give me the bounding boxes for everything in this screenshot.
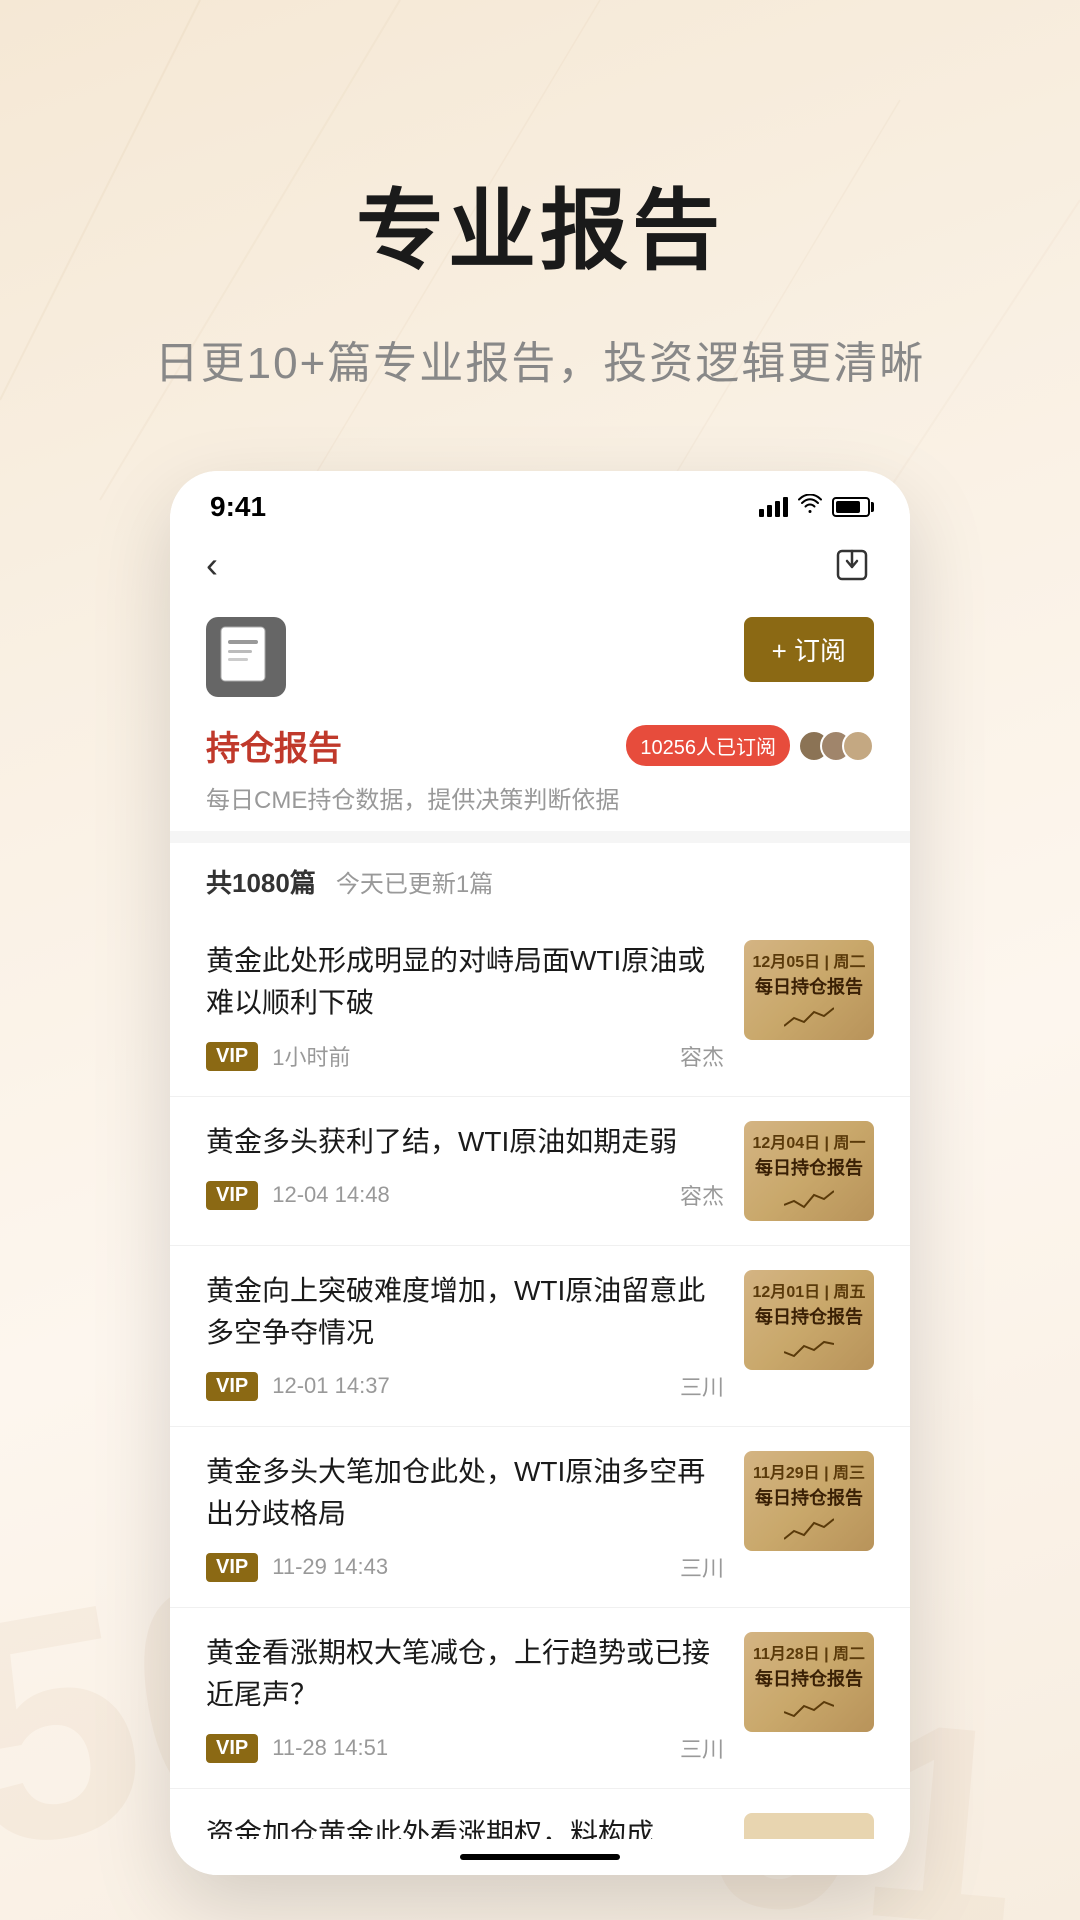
phone-mockup: 9:41: [170, 471, 910, 1875]
section-divider: [170, 831, 910, 843]
thumb-title: 每日持仓报告: [755, 976, 863, 999]
article-title: 黄金多头大笔加仓此处，WTI原油多空再出分歧格局: [206, 1451, 724, 1535]
article-thumbnail: 11月29日 | 周三 每日持仓报告: [744, 1451, 874, 1551]
article-time: 11-28 14:51: [272, 1735, 388, 1761]
article-item[interactable]: 黄金多头大笔加仓此处，WTI原油多空再出分歧格局 VIP 11-29 14:43…: [170, 1427, 910, 1608]
vip-badge: VIP: [206, 1181, 258, 1210]
article-content: 黄金多头获利了结，WTI原油如期走弱 VIP 12-04 14:48 容杰: [206, 1121, 724, 1211]
vip-badge: VIP: [206, 1372, 258, 1401]
meta-left: VIP 11-29 14:43: [206, 1553, 388, 1582]
thumb-date: 12月01日 | 周五: [753, 1278, 866, 1302]
updated-today: 今天已更新1篇: [336, 864, 493, 899]
thumb-date: 12月05日 | 周二: [753, 948, 866, 972]
nav-bar: ‹: [170, 533, 910, 597]
status-bar: 9:41: [170, 471, 910, 533]
article-item[interactable]: 黄金向上突破难度增加，WTI原油留意此多空争夺情况 VIP 12-01 14:3…: [170, 1246, 910, 1427]
article-author: 容杰: [680, 1040, 724, 1072]
meta-left: VIP 12-04 14:48: [206, 1181, 390, 1210]
subscribe-button[interactable]: + 订阅: [744, 617, 874, 682]
article-time: 12-01 14:37: [272, 1373, 389, 1399]
article-item[interactable]: 黄金此处形成明显的对峙局面WTI原油或难以顺利下破 VIP 1小时前 容杰 12…: [170, 916, 910, 1097]
status-time: 9:41: [210, 491, 266, 523]
article-content: 黄金看涨期权大笔减仓，上行趋势或已接近尾声？ VIP 11-28 14:51 三…: [206, 1632, 724, 1764]
report-name: 持仓报告: [206, 721, 342, 770]
article-author: 三川: [680, 1732, 724, 1764]
article-total-count: 共1080篇: [206, 863, 316, 900]
article-content: 黄金此处形成明显的对峙局面WTI原油或难以顺利下破 VIP 1小时前 容杰: [206, 940, 724, 1072]
subscriber-badge: 10256人已订阅: [626, 725, 874, 766]
article-title: 黄金此处形成明显的对峙局面WTI原油或难以顺利下破: [206, 940, 724, 1024]
thumb-date: 12月04日 | 周一: [753, 1129, 866, 1153]
avatar-stack: [798, 730, 874, 762]
meta-left: VIP 1小时前: [206, 1040, 351, 1072]
home-bar: [460, 1854, 620, 1860]
page-title: 专业报告: [356, 160, 724, 287]
article-item-partial[interactable]: 资金加仓黄金此外看涨期权，料构成...: [170, 1789, 910, 1839]
page-subtitle: 日更10+篇专业报告，投资逻辑更清晰: [155, 327, 926, 391]
article-thumbnail: 11月28日 | 周二 每日持仓报告: [744, 1632, 874, 1732]
page-content: 专业报告 日更10+篇专业报告，投资逻辑更清晰 9:41: [0, 0, 1080, 1875]
article-thumbnail: 12月05日 | 周二 每日持仓报告: [744, 940, 874, 1040]
article-time: 1小时前: [272, 1040, 350, 1072]
article-time: 12-04 14:48: [272, 1182, 389, 1208]
thumb-title: 每日持仓报告: [755, 1306, 863, 1329]
thumb-date: 11月29日 | 周三: [753, 1459, 865, 1483]
home-indicator: [170, 1839, 910, 1875]
battery-icon: [832, 497, 870, 517]
report-description: 每日CME持仓数据，提供决策判断依据: [206, 780, 874, 815]
article-content: 黄金向上突破难度增加，WTI原油留意此多空争夺情况 VIP 12-01 14:3…: [206, 1270, 724, 1402]
back-button[interactable]: ‹: [206, 544, 218, 586]
article-item[interactable]: 黄金多头获利了结，WTI原油如期走弱 VIP 12-04 14:48 容杰 12…: [170, 1097, 910, 1246]
article-count-bar: 共1080篇 今天已更新1篇: [170, 843, 910, 916]
article-title: 资金加仓黄金此外看涨期权，料构成...: [206, 1813, 724, 1839]
thumb-title: 每日持仓报告: [755, 1668, 863, 1691]
report-title-section: 持仓报告 10256人已订阅 每日CME持仓数据，提供决策判断依据: [170, 717, 910, 831]
subscriber-count: 10256人已订阅: [626, 725, 790, 766]
vip-badge: VIP: [206, 1042, 258, 1071]
share-button[interactable]: [830, 543, 874, 587]
report-header: + 订阅: [170, 597, 910, 717]
article-title: 黄金多头获利了结，WTI原油如期走弱: [206, 1121, 724, 1163]
article-author: 三川: [680, 1370, 724, 1402]
meta-left: VIP 12-01 14:37: [206, 1372, 390, 1401]
report-name-row: 持仓报告 10256人已订阅: [206, 721, 874, 770]
report-icon: [206, 617, 286, 697]
article-title: 黄金看涨期权大笔减仓，上行趋势或已接近尾声？: [206, 1632, 724, 1716]
status-icons: [759, 494, 870, 520]
article-title: 黄金向上突破难度增加，WTI原油留意此多空争夺情况: [206, 1270, 724, 1354]
article-author: 三川: [680, 1551, 724, 1583]
article-meta: VIP 11-29 14:43 三川: [206, 1551, 724, 1583]
article-meta: VIP 1小时前 容杰: [206, 1040, 724, 1072]
article-thumbnail-partial: [744, 1813, 874, 1839]
article-meta: VIP 12-01 14:37 三川: [206, 1370, 724, 1402]
vip-badge: VIP: [206, 1734, 258, 1763]
article-content: 黄金多头大笔加仓此处，WTI原油多空再出分歧格局 VIP 11-29 14:43…: [206, 1451, 724, 1583]
share-icon: [834, 547, 870, 583]
wifi-icon: [798, 494, 822, 520]
article-thumbnail: 12月01日 | 周五 每日持仓报告: [744, 1270, 874, 1370]
avatar-3: [842, 730, 874, 762]
article-list: 黄金此处形成明显的对峙局面WTI原油或难以顺利下破 VIP 1小时前 容杰 12…: [170, 916, 910, 1839]
thumb-date: 11月28日 | 周二: [753, 1640, 865, 1664]
article-author: 容杰: [680, 1179, 724, 1211]
thumb-title: 每日持仓报告: [755, 1487, 863, 1510]
article-thumbnail: 12月04日 | 周一 每日持仓报告: [744, 1121, 874, 1221]
article-item[interactable]: 黄金看涨期权大笔减仓，上行趋势或已接近尾声？ VIP 11-28 14:51 三…: [170, 1608, 910, 1789]
article-content: 资金加仓黄金此外看涨期权，料构成...: [206, 1813, 724, 1839]
article-time: 11-29 14:43: [272, 1554, 388, 1580]
thumb-title: 每日持仓报告: [755, 1157, 863, 1180]
vip-badge: VIP: [206, 1553, 258, 1582]
article-meta: VIP 11-28 14:51 三川: [206, 1732, 724, 1764]
meta-left: VIP 11-28 14:51: [206, 1734, 388, 1763]
signal-icon: [759, 497, 788, 517]
article-meta: VIP 12-04 14:48 容杰: [206, 1179, 724, 1211]
